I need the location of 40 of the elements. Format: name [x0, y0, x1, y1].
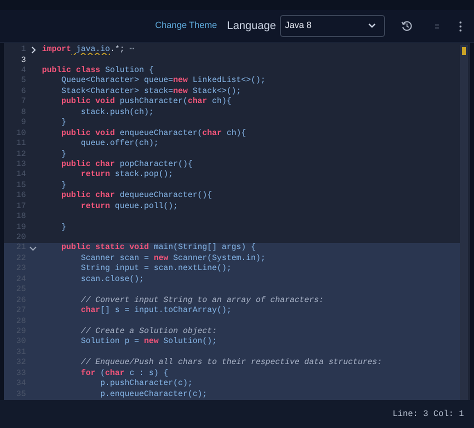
code-line: }: [60, 222, 66, 234]
code-line: // Create a Solution object:: [80, 326, 217, 337]
code-line: import java.io.*; ⋯: [42, 44, 134, 56]
code-line: }: [60, 180, 66, 191]
chevron-right-icon[interactable]: [30, 46, 36, 54]
code-line: }: [60, 117, 66, 129]
cursor-position: Line: 3 Col: 1: [392, 408, 464, 420]
code-line: public void pushCharacter(char ch){: [60, 96, 232, 108]
code-line: stack.push(ch);: [80, 106, 154, 119]
more-options-icon[interactable]: [459, 20, 462, 32]
code-line: Stack<Character> stack=new Stack<>();: [60, 86, 242, 97]
history-icon[interactable]: [401, 20, 413, 32]
code-line: // Convert input String to an array of characters:: [80, 294, 324, 306]
language-select[interactable]: Java 8: [280, 15, 385, 37]
code-line: p.pushCharacter(c);: [99, 378, 193, 390]
code-line: public char popCharacter(){: [60, 158, 193, 170]
code-line: String input = scan.nextLine();: [80, 263, 232, 275]
chevron-down-icon[interactable]: [29, 246, 37, 252]
code-line: scan.close();: [80, 274, 144, 286]
code-line: public class Solution {: [42, 65, 154, 76]
code-line: public void enqueueCharacter(char ch){: [60, 128, 246, 139]
code-line: public char dequeueCharacter(){: [60, 190, 212, 202]
code-line: return queue.poll();: [80, 200, 178, 213]
code-line: Solution p = new Solution();: [80, 336, 217, 348]
code-line: // Enqueue/Push all chars to their respective data structures:: [80, 357, 382, 369]
code-editor[interactable]: [4, 43, 460, 400]
code-line: char[] s = input.toCharArray();: [80, 305, 232, 318]
code-line: p.enqueueCharacter(c);: [99, 388, 208, 400]
scroll-bar[interactable]: [460, 45, 468, 400]
code-line: Scanner scan = new Scanner(System.in);: [80, 252, 266, 264]
code-line: queue.offer(ch);: [80, 138, 159, 150]
code-line: }: [60, 148, 66, 160]
code-line: Queue<Character> queue=new LinkedList<>();: [60, 75, 266, 87]
line-number: 3: [20, 54, 26, 66]
code-line: for (char c : s) {: [80, 368, 168, 379]
language-label: Language: [227, 18, 276, 34]
code-line: return stack.pop();: [80, 169, 174, 182]
chevron-down-icon: [368, 23, 376, 29]
code-line: public static void main(String[] args) {: [60, 242, 256, 254]
change-theme-link[interactable]: Change Theme: [155, 19, 218, 33]
